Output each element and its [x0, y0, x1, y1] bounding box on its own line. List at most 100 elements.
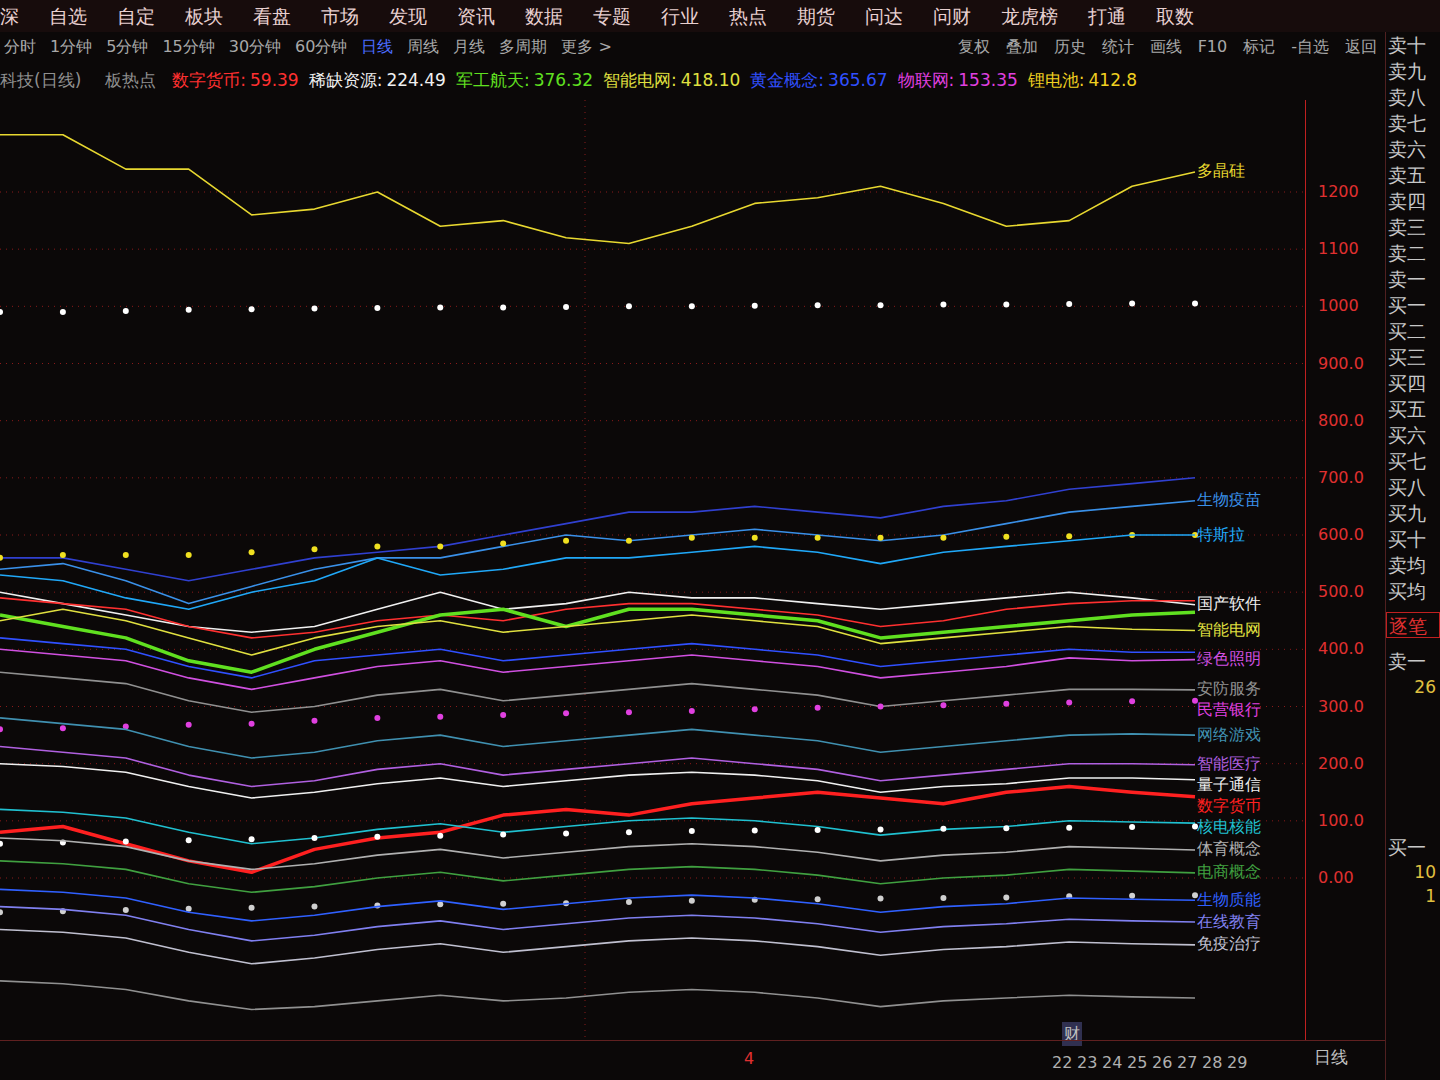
series-label: 安防服务 — [1197, 679, 1261, 698]
series — [0, 532, 1198, 561]
data-point — [626, 829, 632, 835]
menu-item[interactable]: 打通 — [1088, 2, 1126, 31]
grid-lines — [0, 100, 1305, 1040]
tick-tab[interactable]: 逐笔 — [1386, 612, 1440, 638]
tool-button[interactable]: 叠加 — [1006, 35, 1038, 59]
menu-item[interactable]: 看盘 — [253, 2, 291, 31]
axis-tick: 600.0 — [1318, 525, 1364, 545]
menu-item[interactable]: 行业 — [661, 2, 699, 31]
tool-button[interactable]: 统计 — [1102, 35, 1134, 59]
series-line — [0, 672, 1195, 712]
tool-button[interactable]: F10 — [1198, 35, 1228, 59]
legend-hot[interactable]: 板热点 — [105, 68, 156, 94]
period-tab[interactable]: 15分钟 — [162, 35, 214, 59]
period-tab[interactable]: 30分钟 — [229, 35, 281, 59]
period-tab[interactable]: 周线 — [407, 35, 439, 59]
axis-tick: 300.0 — [1318, 697, 1364, 717]
series-color — [0, 672, 1195, 712]
series-line — [0, 609, 1195, 655]
series-color — [0, 747, 1195, 787]
grid-line — [0, 592, 1305, 593]
data-point — [689, 708, 695, 714]
data-point — [1192, 300, 1198, 306]
data-point — [374, 305, 380, 311]
series-color — [0, 889, 1195, 921]
series-dots — [0, 824, 1198, 847]
data-point — [0, 841, 3, 847]
period-tab[interactable]: 分时 — [4, 35, 36, 59]
book-level: 卖六 — [1386, 136, 1440, 162]
tool-button[interactable]: 返回 — [1345, 35, 1377, 59]
book-level: 卖十 — [1386, 32, 1440, 58]
period-tab[interactable]: 日线 — [361, 35, 393, 59]
data-point — [878, 302, 884, 308]
menu-item[interactable]: 热点 — [729, 2, 767, 31]
menu-item[interactable]: 龙虎榜 — [1001, 2, 1058, 31]
data-point — [563, 710, 569, 716]
data-point — [815, 302, 821, 308]
period-tab[interactable]: 更多 > — [561, 35, 612, 59]
financial-marker[interactable]: 财 — [1062, 1022, 1082, 1046]
period-tab[interactable]: 月线 — [453, 35, 485, 59]
menu-item[interactable]: 深 — [0, 2, 19, 31]
cursor-line — [585, 100, 586, 1040]
book-level: 买均 — [1386, 578, 1440, 604]
book-level: 卖二 — [1386, 240, 1440, 266]
data-point — [60, 552, 66, 558]
sell1-label: 卖一 — [1386, 648, 1440, 674]
menu-item[interactable]: 专题 — [593, 2, 631, 31]
data-point — [563, 830, 569, 836]
menu-item[interactable]: 取数 — [1156, 2, 1194, 31]
series-color — [0, 892, 1198, 915]
data-point — [437, 833, 443, 839]
series-line — [0, 930, 1195, 964]
series-color — [0, 907, 1195, 941]
menu-item[interactable]: 数据 — [525, 2, 563, 31]
data-point — [1129, 824, 1135, 830]
data-point — [1066, 301, 1072, 307]
menu-item[interactable]: 发现 — [389, 2, 427, 31]
month-mark: 4 — [744, 1047, 754, 1071]
period-tab[interactable]: 60分钟 — [295, 35, 347, 59]
data-point — [374, 834, 380, 840]
menu-item[interactable]: 资讯 — [457, 2, 495, 31]
tool-button[interactable]: 画线 — [1150, 35, 1182, 59]
series-label: 量子通信 — [1197, 775, 1261, 794]
tool-button[interactable]: 复权 — [958, 35, 990, 59]
grid-line — [0, 878, 1305, 879]
series-label: 特斯拉 — [1197, 525, 1245, 544]
data-point — [500, 304, 506, 310]
series-label: 核电核能 — [1196, 817, 1261, 836]
date-tick: 23 — [1077, 1051, 1097, 1075]
data-point — [500, 712, 506, 718]
legend-title: 科技(日线) — [0, 68, 81, 94]
period-tab[interactable]: 5分钟 — [106, 35, 148, 59]
period-tab[interactable]: 多周期 — [499, 35, 547, 59]
chart-area: 多晶硅生物疫苗特斯拉国产软件智能电网绿色照明安防服务民营银行网络游戏智能医疗量子… — [0, 100, 1305, 1040]
menu-item[interactable]: 自定 — [117, 2, 155, 31]
grid-line — [0, 363, 1305, 364]
legend-item: 锂电池:412.8 — [1028, 68, 1137, 94]
series — [0, 787, 1195, 873]
series-line — [0, 838, 1195, 869]
tool-button[interactable]: 标记 — [1243, 35, 1275, 59]
tool-button[interactable]: 历史 — [1054, 35, 1086, 59]
book-level: 买八 — [1386, 474, 1440, 500]
data-point — [1003, 302, 1009, 308]
tool-button[interactable]: -自选 — [1291, 35, 1329, 59]
legend-value: 224.49 — [386, 68, 445, 94]
data-point — [815, 705, 821, 711]
menu-item[interactable]: 自选 — [49, 2, 87, 31]
grid-line — [0, 649, 1305, 650]
menu-item[interactable]: 市场 — [321, 2, 359, 31]
menu-item[interactable]: 问达 — [865, 2, 903, 31]
menu-item[interactable]: 期货 — [797, 2, 835, 31]
series-color — [0, 609, 1195, 655]
legend-label: 稀缺资源: — [309, 68, 383, 94]
series-label: 网络游戏 — [1197, 725, 1261, 744]
period-tab[interactable]: 1分钟 — [50, 35, 92, 59]
data-point — [940, 895, 946, 901]
series-line — [0, 787, 1195, 873]
menu-item[interactable]: 板块 — [185, 2, 223, 31]
menu-item[interactable]: 问财 — [933, 2, 971, 31]
